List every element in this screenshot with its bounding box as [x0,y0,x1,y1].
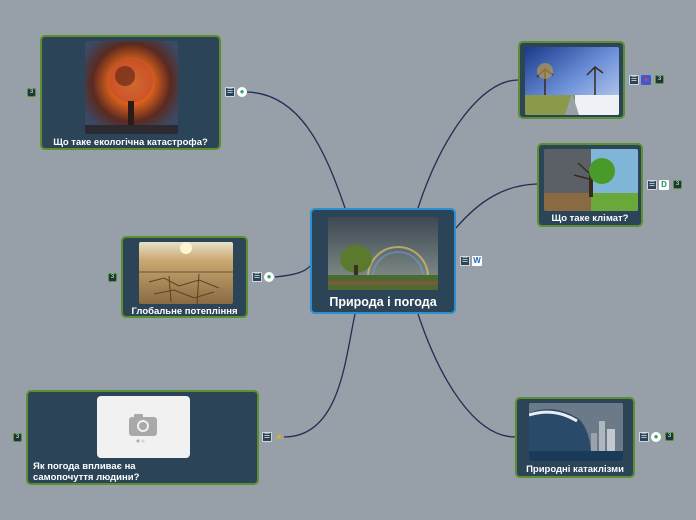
topic-title: Природні катаклізми [526,464,624,475]
globe-icon[interactable]: ● [651,432,661,442]
central-image [328,217,438,290]
count-badge[interactable]: 3 [108,273,117,282]
cataclysm-image [529,403,623,461]
climate-image [544,149,638,211]
note-icon[interactable]: ☰ [629,75,639,85]
flag-icon[interactable]: ● [641,75,651,85]
topic-wellbeing[interactable]: Як погода впливає на самопочуття людини? [26,390,259,485]
climate-icons: ☰ D [647,180,669,190]
central-topic[interactable]: Природа і погода [310,208,456,314]
note-icon[interactable]: ☰ [460,256,470,266]
drought-image [139,242,233,304]
warming-icons: ☰ ● [252,272,274,282]
seasons-icons: ☰ ● [629,75,651,85]
count-badge[interactable]: 3 [13,433,22,442]
topic-seasons[interactable] [518,41,625,119]
catastrophe-icons: ☰ ● [225,87,247,97]
topic-title: Як погода впливає на самопочуття людини? [33,461,140,483]
globe-icon[interactable]: ● [264,272,274,282]
four-seasons-road-illustration [525,47,619,115]
topic-cataclysms[interactable]: Природні катаклізми [515,397,635,478]
tree-half-dry-half-green-illustration [544,149,638,211]
wikipedia-icon[interactable]: W [472,256,482,266]
count-badge[interactable]: 3 [665,432,674,441]
seasons-image [525,47,619,115]
central-icons: ☰ W [460,256,482,266]
note-icon[interactable]: ☰ [647,180,657,190]
central-title: Природа і погода [329,295,437,309]
tsunami-city-illustration [529,403,623,461]
note-icon[interactable]: ☰ [252,272,262,282]
count-badge[interactable]: 3 [27,88,36,97]
globe-icon[interactable]: ● [237,87,247,97]
topic-title: Що таке екологічна катастрофа? [53,137,208,148]
connector-cataclysms [417,313,516,438]
wellbeing-icons: ☰ ☀ [262,432,284,442]
topic-catastrophe[interactable]: Що таке екологічна катастрофа? [40,35,221,150]
connector-wellbeing [283,313,356,438]
connector-warming [274,265,311,278]
cataclysms-icons: ☰ ● [639,432,661,442]
connector-catastrophe [244,91,346,209]
count-badge[interactable]: 3 [673,180,682,189]
topic-climate[interactable]: Що таке клімат? [537,143,643,227]
note-icon[interactable]: ☰ [262,432,272,442]
topic-title: Що таке клімат? [551,213,629,224]
topic-title: Глобальне потепління [131,306,238,317]
explosion-image [85,41,178,134]
cracked-earth-illustration [139,242,233,304]
rainbow-landscape-image [328,217,438,290]
weather-icon[interactable]: ☀ [274,432,284,442]
connector-climate [455,183,538,229]
dictionary-icon[interactable]: D [659,180,669,190]
camera-icon [129,414,157,443]
image-placeholder [97,396,190,458]
note-icon[interactable]: ☰ [225,87,235,97]
explosion-illustration [85,41,178,134]
connector-seasons [417,79,519,209]
topic-warming[interactable]: Глобальне потепління [121,236,248,318]
count-badge[interactable]: 3 [655,75,664,84]
note-icon[interactable]: ☰ [639,432,649,442]
